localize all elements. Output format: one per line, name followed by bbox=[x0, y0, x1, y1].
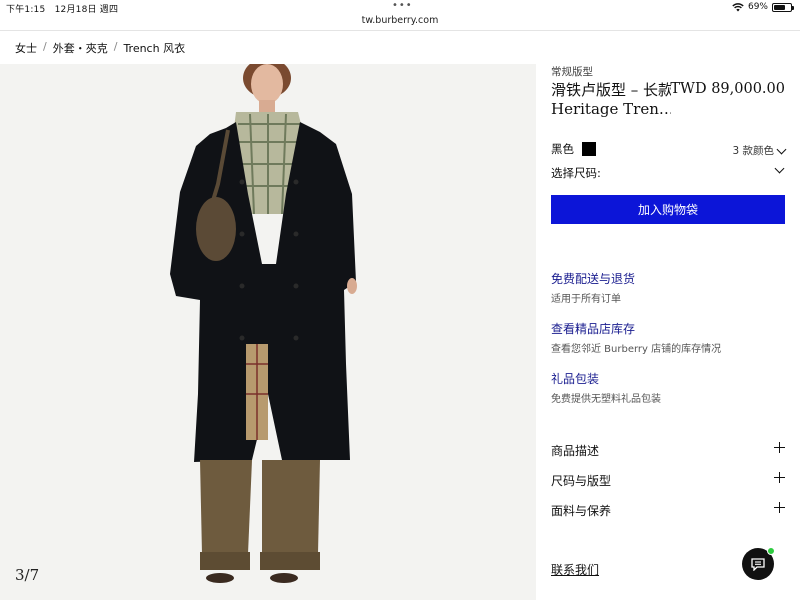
product-image bbox=[170, 64, 357, 583]
model-neck bbox=[259, 100, 275, 114]
image-counter: 3/7 bbox=[15, 566, 40, 584]
address-bar-url[interactable]: tw.burberry.com bbox=[0, 15, 800, 26]
accordion-size-fit[interactable]: 尺码与版型 bbox=[551, 465, 787, 495]
plus-icon bbox=[774, 502, 785, 513]
status-bar: 下午1:15 12月18日 週四 ••• 69% bbox=[0, 0, 800, 16]
chat-icon bbox=[751, 557, 765, 571]
model-hand bbox=[347, 278, 357, 294]
color-count: 3 款颜色 bbox=[732, 145, 774, 157]
battery-fill bbox=[774, 4, 786, 10]
tweed-trousers-right bbox=[262, 460, 320, 554]
accordion-material-care[interactable]: 面料与保养 bbox=[551, 495, 787, 525]
breadcrumb-separator: / bbox=[113, 40, 118, 53]
accordion-label: 尺码与版型 bbox=[551, 473, 612, 488]
accordion-description[interactable]: 商品描述 bbox=[551, 435, 787, 465]
chevron-down-icon bbox=[774, 163, 785, 174]
plus-icon bbox=[774, 472, 785, 483]
service-title[interactable]: 免费配送与退货 bbox=[551, 270, 787, 287]
accordion-label: 面料与保养 bbox=[551, 503, 612, 518]
trouser-cuff-right bbox=[260, 552, 320, 570]
multitask-dots-icon[interactable]: ••• bbox=[392, 0, 413, 11]
accordion-label: 商品描述 bbox=[551, 443, 600, 458]
online-indicator bbox=[767, 547, 775, 555]
service-subtitle: 免费提供无塑料礼品包装 bbox=[551, 394, 661, 405]
color-name: 黑色 bbox=[551, 142, 574, 156]
status-right: 69% bbox=[732, 2, 794, 12]
battery-icon bbox=[772, 2, 794, 12]
model-face bbox=[251, 64, 283, 104]
product-price: TWD 89,000.00 bbox=[670, 81, 785, 97]
service-subtitle: 查看您邻近 Burberry 店铺的库存情况 bbox=[551, 344, 722, 355]
breadcrumb-separator: / bbox=[43, 40, 47, 53]
add-to-bag-button[interactable]: 加入购物袋 bbox=[551, 195, 785, 224]
service-subtitle: 适用于所有订单 bbox=[551, 294, 621, 305]
shoe-left bbox=[206, 573, 234, 583]
breadcrumb-outerwear[interactable]: 外套・夾克 bbox=[53, 40, 108, 56]
color-selector[interactable]: 黑色 3 款颜色 bbox=[551, 137, 787, 161]
trouser-cuff-left bbox=[200, 552, 250, 570]
breadcrumb-women[interactable]: 女士 bbox=[15, 40, 37, 56]
product-details-panel: 常规版型 滑铁卢版型 – 长款 Heritage Tren… TWD 89,00… bbox=[551, 64, 787, 525]
battery-percent: 69% bbox=[747, 2, 768, 12]
product-title-line2: Heritage Tren… bbox=[551, 100, 671, 118]
service-title[interactable]: 礼品包装 bbox=[551, 370, 787, 387]
service-store-stock[interactable]: 查看精品店库存 查看您邻近 Burberry 店铺的库存情况 bbox=[551, 320, 787, 355]
breadcrumb-trench[interactable]: Trench 风衣 bbox=[123, 40, 185, 56]
size-label: 选择尺码: bbox=[551, 166, 601, 180]
wifi-icon bbox=[732, 2, 744, 11]
service-gift-wrap[interactable]: 礼品包装 免费提供无塑料礼品包装 bbox=[551, 370, 787, 405]
contact-us-link[interactable]: 联系我们 bbox=[551, 561, 599, 578]
shoulder-bag bbox=[196, 197, 236, 261]
status-time: 下午1:15 bbox=[6, 5, 46, 15]
service-title[interactable]: 查看精品店库存 bbox=[551, 320, 787, 337]
title-row: 滑铁卢版型 – 长款 Heritage Tren… TWD 89,000.00 bbox=[551, 81, 787, 121]
plus-icon bbox=[774, 442, 785, 453]
breadcrumb: 女士 / 外套・夾克 / Trench 风衣 bbox=[15, 40, 185, 56]
color-count-link[interactable]: 3 款颜色 bbox=[732, 143, 787, 158]
service-free-delivery[interactable]: 免费配送与退货 适用于所有订单 bbox=[551, 270, 787, 305]
product-title-line1: 滑铁卢版型 – 长款 bbox=[551, 81, 671, 99]
chat-button[interactable] bbox=[742, 547, 775, 580]
fit-label: 常规版型 bbox=[551, 66, 593, 78]
tweed-trousers bbox=[200, 460, 252, 554]
divider bbox=[0, 30, 800, 31]
status-date: 12月18日 週四 bbox=[54, 5, 119, 15]
size-selector[interactable]: 选择尺码: bbox=[551, 161, 787, 185]
chevron-down-icon bbox=[776, 144, 787, 154]
shoe-right bbox=[270, 573, 298, 583]
color-swatch[interactable] bbox=[582, 142, 596, 156]
product-title: 滑铁卢版型 – 长款 Heritage Tren… bbox=[551, 81, 671, 119]
product-image-gallery[interactable] bbox=[0, 64, 536, 600]
status-time-date: 下午1:15 12月18日 週四 bbox=[6, 2, 118, 15]
